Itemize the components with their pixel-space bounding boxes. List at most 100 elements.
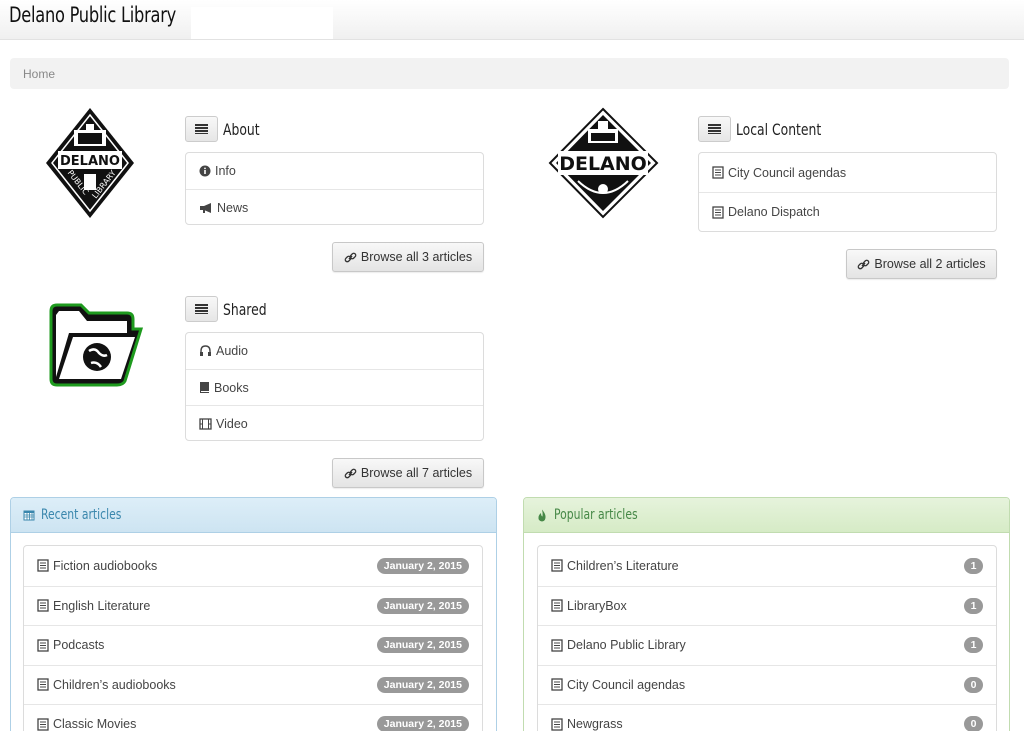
calendar-icon [23,510,35,521]
recent-article-label: Classic Movies [53,717,137,731]
document-icon [551,559,563,572]
recent-article-row[interactable]: Classic Movies January 2, 2015 [24,704,482,731]
list-item-delano-dispatch[interactable]: Delano Dispatch [699,192,996,231]
recent-article-row[interactable]: English Literature January 2, 2015 [24,585,482,626]
shared-list: Audio Books Video [185,332,484,441]
category-shared-title: Shared [185,296,274,322]
browse-about-label: Browse all 3 articles [360,250,473,264]
category-about-title: About [185,116,266,142]
popular-article-row[interactable]: Newgrass 0 [538,704,996,731]
list-item-label: City Council agendas [728,165,847,180]
shared-folder-globe-icon[interactable] [47,301,145,387]
browse-local-button[interactable]: Browse all 2 articles [846,249,997,279]
document-icon [551,718,563,731]
logo-text-delano: DELANO [60,154,120,169]
fire-icon [538,509,546,521]
count-badge: 0 [964,676,983,693]
logo-text-delano: DELANO [559,153,647,175]
recent-articles-list: Fiction audiobooks January 2, 2015 Engli… [23,545,483,731]
link-icon [344,468,357,478]
local-heading[interactable]: Local Content [736,120,821,139]
delano-city-logo[interactable]: DELANO [548,107,659,219]
list-item-video[interactable]: Video [186,405,483,441]
document-icon [37,599,49,612]
delano-public-library-logo[interactable]: DELANO PUBLIC LIBRARY [44,106,136,220]
document-icon [551,599,563,612]
document-icon [551,678,563,691]
list-item-news[interactable]: News [186,189,483,225]
popular-article-row[interactable]: Children’s Literature 1 [538,546,996,586]
browse-about-button[interactable]: Browse all 3 articles [332,242,484,272]
shared-menu-button[interactable] [185,296,218,322]
list-item-label: Video [216,416,248,431]
document-icon [37,718,49,731]
document-icon [37,678,49,691]
headphones-icon [200,345,211,356]
date-badge: January 2, 2015 [376,716,469,731]
list-item-city-council[interactable]: City Council agendas [699,153,996,192]
info-circle-icon [199,165,211,177]
list-item-audio[interactable]: Audio [186,333,483,369]
about-list: Info News [185,152,484,225]
popular-article-label: City Council agendas [567,677,686,692]
document-icon [37,559,49,572]
popular-articles-header: Popular articles [524,498,1009,533]
browse-shared-button[interactable]: Browse all 7 articles [332,458,484,488]
book-icon [200,382,209,393]
local-menu-button[interactable] [698,116,731,142]
list-item-label: Audio [216,344,248,358]
browse-local-label: Browse all 2 articles [874,257,986,271]
shared-heading[interactable]: Shared [223,300,267,319]
popular-article-row[interactable]: LibraryBox 1 [538,585,996,626]
popular-articles-title: Popular articles [554,507,638,523]
about-menu-button[interactable] [185,116,218,142]
popular-article-label: Newgrass [567,717,623,731]
count-badge: 1 [964,557,983,574]
recent-articles-header: Recent articles [11,498,496,533]
category-local-title: Local Content [698,116,835,142]
date-badge: January 2, 2015 [376,597,469,614]
list-icon [195,304,208,314]
list-item-label: Info [215,164,236,178]
date-badge: January 2, 2015 [376,676,469,693]
site-title[interactable]: Delano Public Library [9,3,176,27]
browse-shared-label: Browse all 7 articles [360,466,473,480]
list-item-label: Books [214,380,249,395]
recent-article-row[interactable]: Children’s audiobooks January 2, 2015 [24,664,482,705]
popular-article-label: Children’s Literature [567,558,679,573]
count-badge: 1 [964,597,983,614]
list-icon [708,124,721,134]
popular-article-label: LibraryBox [567,598,627,613]
recent-article-label: English Literature [53,598,151,613]
popular-article-row[interactable]: Delano Public Library 1 [538,625,996,665]
recent-article-row[interactable]: Fiction audiobooks January 2, 2015 [24,546,482,586]
popular-articles-list: Children’s Literature 1 LibraryBox 1 Del… [537,545,997,731]
link-icon [344,252,357,262]
recent-article-label: Fiction audiobooks [53,558,158,573]
popular-article-label: Delano Public Library [567,638,686,653]
list-item-label: Delano Dispatch [728,205,820,219]
popular-article-row[interactable]: City Council agendas 0 [538,664,996,705]
list-icon [195,124,208,134]
document-icon [551,639,563,652]
about-heading[interactable]: About [223,120,260,139]
list-item-info[interactable]: Info [186,153,483,189]
document-icon [712,205,724,219]
recent-article-row[interactable]: Podcasts January 2, 2015 [24,625,482,665]
header-blank-area [191,7,333,39]
local-list: City Council agendas Delano Dispatch [698,152,997,232]
breadcrumb-home[interactable]: Home [23,67,55,81]
list-item-label: News [217,200,249,215]
date-badge: January 2, 2015 [376,637,469,654]
document-icon [712,166,724,179]
top-navbar: Delano Public Library [0,0,1024,40]
date-badge: January 2, 2015 [376,557,469,574]
recent-article-label: Podcasts [53,638,105,653]
count-badge: 1 [964,637,983,654]
film-icon [199,417,212,430]
megaphone-icon [200,202,211,213]
link-icon [858,259,870,269]
recent-articles-title: Recent articles [41,507,122,523]
list-item-books[interactable]: Books [186,369,483,405]
recent-article-label: Children’s audiobooks [53,677,176,692]
